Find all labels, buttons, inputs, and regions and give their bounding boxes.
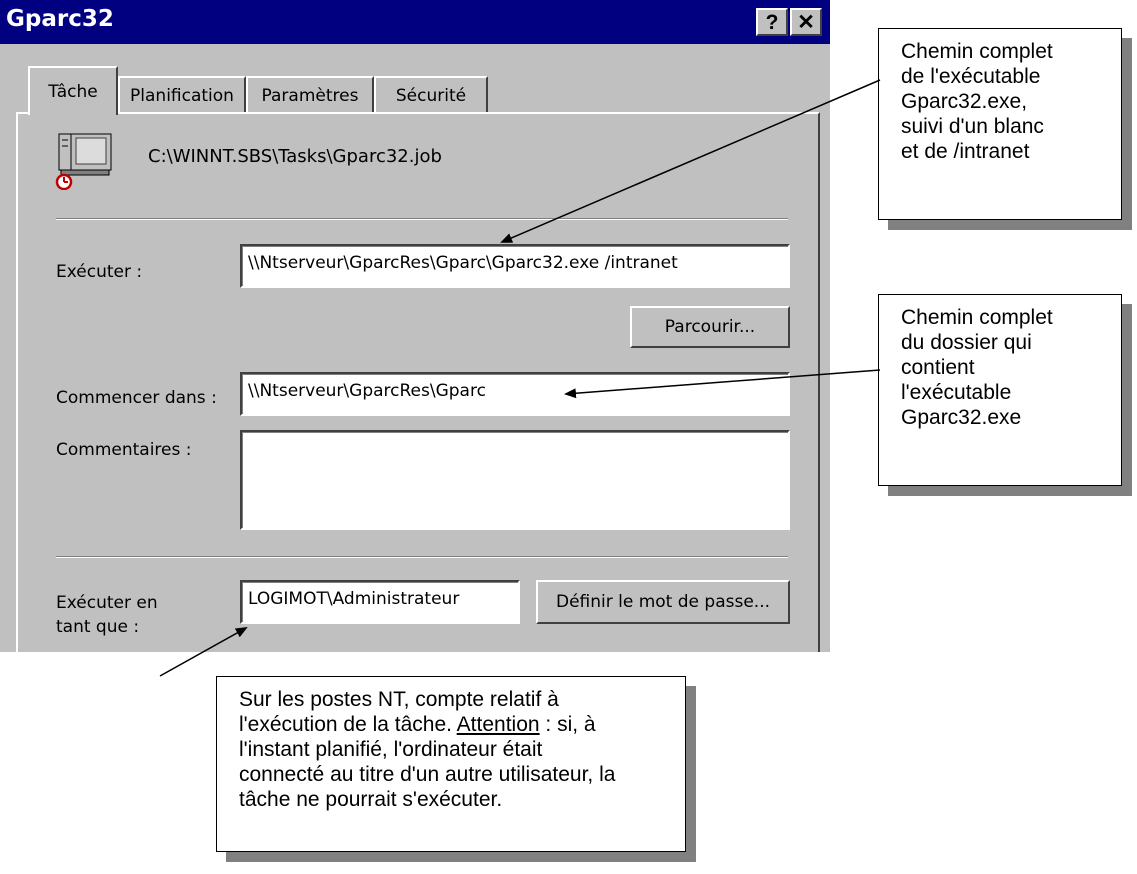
run-label: Exécuter :	[56, 262, 143, 282]
comments-textarea[interactable]	[240, 430, 790, 530]
start-in-label: Commencer dans :	[56, 388, 217, 408]
callout-line: l'exécutable	[901, 381, 1012, 404]
tab-tache[interactable]: Tâche	[28, 66, 118, 115]
callout-line: de l'exécutable	[901, 65, 1041, 88]
callout-line: Gparc32.exe,	[901, 90, 1028, 113]
tab-label: Paramètres	[261, 85, 359, 106]
callout-line: et de /intranet	[901, 140, 1030, 163]
close-button[interactable]: ✕	[790, 8, 822, 36]
task-properties-dialog: Gparc32 ? ✕ Tâche Planification Paramètr…	[0, 0, 830, 652]
callout-line: Chemin complet	[901, 40, 1053, 63]
callout-line: Chemin complet	[901, 306, 1053, 329]
set-password-button[interactable]: Définir le mot de passe...	[536, 580, 790, 624]
run-as-label-line2: tant que :	[56, 617, 140, 637]
tab-securite[interactable]: Sécurité	[374, 76, 488, 113]
callout-text: : si, à	[539, 713, 596, 736]
separator	[56, 556, 788, 558]
separator	[56, 218, 788, 220]
callout-text: l'exécution de la tâche.	[239, 713, 457, 736]
tab-label: Planification	[130, 85, 234, 106]
callout-executable: Chemin complet de l'exécutable Gparc32.e…	[878, 28, 1122, 220]
callout-folder: Chemin complet du dossier qui contient l…	[878, 294, 1122, 486]
help-button[interactable]: ?	[756, 8, 788, 36]
comments-label: Commentaires :	[56, 440, 192, 460]
run-as-label: Exécuter en	[56, 593, 158, 613]
attention-word: Attention	[456, 713, 540, 736]
task-file-path: C:\WINNT.SBS\Tasks\Gparc32.job	[148, 146, 442, 167]
browse-button[interactable]: Parcourir...	[630, 306, 790, 348]
start-in-input[interactable]: \\Ntserveur\GparcRes\Gparc	[240, 372, 790, 416]
title-bar[interactable]: Gparc32 ? ✕	[0, 0, 830, 44]
callout-line: connecté au titre d'un autre utilisateur…	[239, 763, 616, 786]
tab-parametres[interactable]: Paramètres	[246, 76, 374, 113]
run-input[interactable]: \\Ntserveur\GparcRes\Gparc\Gparc32.exe /…	[240, 244, 790, 288]
callout-line: contient	[901, 356, 975, 379]
tab-planification[interactable]: Planification	[118, 76, 246, 113]
callout-line: suivi d'un blanc	[901, 115, 1044, 138]
tab-label: Sécurité	[395, 85, 467, 106]
callout-line: Gparc32.exe	[901, 406, 1022, 429]
callout-account: Sur les postes NT, compte relatif à l'ex…	[216, 676, 686, 852]
callout-line: du dossier qui	[901, 331, 1032, 354]
callout-line: tâche ne pourrait s'exécuter.	[239, 788, 503, 811]
tab-label: Tâche	[48, 81, 98, 102]
run-as-input[interactable]: LOGIMOT\Administrateur	[240, 580, 520, 624]
callout-line: Sur les postes NT, compte relatif à	[239, 688, 559, 711]
scheduled-task-icon	[55, 133, 112, 190]
window-title: Gparc32	[6, 6, 114, 32]
callout-line: l'instant planifié, l'ordinateur était	[239, 738, 543, 761]
callout-line: l'exécution de la tâche. Attention : si,…	[239, 712, 673, 737]
